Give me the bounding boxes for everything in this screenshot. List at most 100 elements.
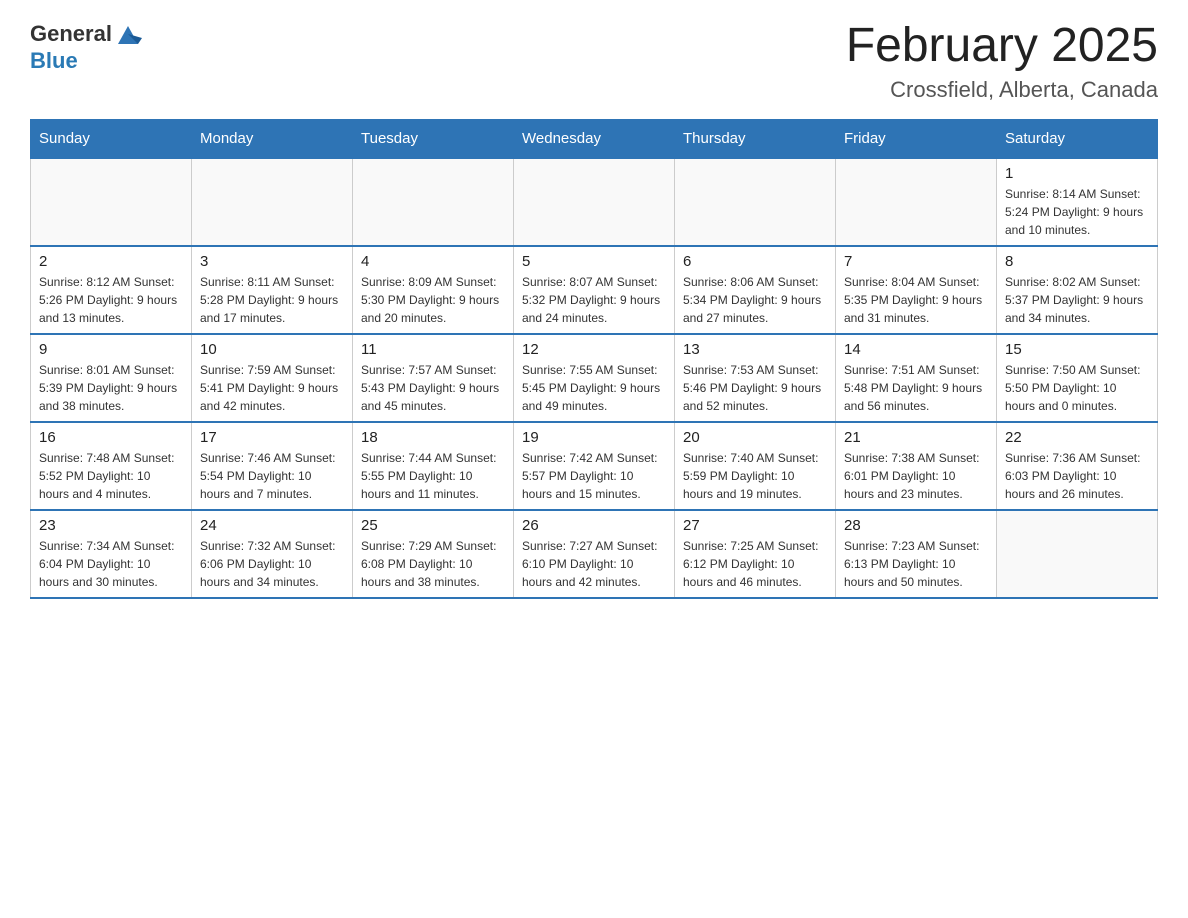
calendar-cell: 20 Sunrise: 7:40 AM Sunset: 5:59 PM Dayli… <box>675 422 836 510</box>
day-info: Sunrise: 7:36 AM Sunset: 6:03 PM Dayligh… <box>1005 449 1149 503</box>
day-number: 5 <box>522 253 666 270</box>
day-info: Sunrise: 7:25 AM Sunset: 6:12 PM Dayligh… <box>683 537 827 591</box>
day-number: 10 <box>200 341 344 358</box>
calendar-cell: 26 Sunrise: 7:27 AM Sunset: 6:10 PM Dayli… <box>514 510 675 598</box>
calendar-week-row: 9 Sunrise: 8:01 AM Sunset: 5:39 PM Daylig… <box>31 334 1158 422</box>
calendar-cell: 8 Sunrise: 8:02 AM Sunset: 5:37 PM Daylig… <box>997 246 1158 334</box>
calendar-cell: 24 Sunrise: 7:32 AM Sunset: 6:06 PM Dayli… <box>192 510 353 598</box>
day-info: Sunrise: 8:12 AM Sunset: 5:26 PM Dayligh… <box>39 273 183 327</box>
calendar-cell: 14 Sunrise: 7:51 AM Sunset: 5:48 PM Dayli… <box>836 334 997 422</box>
day-number: 15 <box>1005 341 1149 358</box>
calendar-cell: 13 Sunrise: 7:53 AM Sunset: 5:46 PM Dayli… <box>675 334 836 422</box>
day-info: Sunrise: 8:02 AM Sunset: 5:37 PM Dayligh… <box>1005 273 1149 327</box>
day-number: 22 <box>1005 429 1149 446</box>
day-info: Sunrise: 7:27 AM Sunset: 6:10 PM Dayligh… <box>522 537 666 591</box>
weekday-header-wednesday: Wednesday <box>514 119 675 158</box>
day-number: 24 <box>200 517 344 534</box>
calendar-week-row: 1Sunrise: 8:14 AM Sunset: 5:24 PM Daylig… <box>31 158 1158 246</box>
calendar-cell <box>675 158 836 246</box>
day-number: 20 <box>683 429 827 446</box>
day-info: Sunrise: 7:42 AM Sunset: 5:57 PM Dayligh… <box>522 449 666 503</box>
calendar-cell <box>836 158 997 246</box>
day-number: 13 <box>683 341 827 358</box>
day-number: 25 <box>361 517 505 534</box>
day-number: 12 <box>522 341 666 358</box>
calendar-cell: 25 Sunrise: 7:29 AM Sunset: 6:08 PM Dayli… <box>353 510 514 598</box>
day-info: Sunrise: 8:07 AM Sunset: 5:32 PM Dayligh… <box>522 273 666 327</box>
day-number: 19 <box>522 429 666 446</box>
location-title: Crossfield, Alberta, Canada <box>846 77 1158 103</box>
day-info: Sunrise: 7:40 AM Sunset: 5:59 PM Dayligh… <box>683 449 827 503</box>
weekday-header-tuesday: Tuesday <box>353 119 514 158</box>
calendar-cell: 12Sunrise: 7:55 AM Sunset: 5:45 PM Dayli… <box>514 334 675 422</box>
day-info: Sunrise: 8:11 AM Sunset: 5:28 PM Dayligh… <box>200 273 344 327</box>
calendar-cell: 7Sunrise: 8:04 AM Sunset: 5:35 PM Daylig… <box>836 246 997 334</box>
day-info: Sunrise: 7:44 AM Sunset: 5:55 PM Dayligh… <box>361 449 505 503</box>
day-info: Sunrise: 7:32 AM Sunset: 6:06 PM Dayligh… <box>200 537 344 591</box>
calendar-cell: 10 Sunrise: 7:59 AM Sunset: 5:41 PM Dayli… <box>192 334 353 422</box>
calendar-cell: 16 Sunrise: 7:48 AM Sunset: 5:52 PM Dayli… <box>31 422 192 510</box>
day-number: 14 <box>844 341 988 358</box>
day-number: 16 <box>39 429 183 446</box>
calendar-header-row: SundayMondayTuesdayWednesdayThursdayFrid… <box>31 119 1158 158</box>
day-number: 26 <box>522 517 666 534</box>
day-number: 11 <box>361 341 505 358</box>
day-number: 28 <box>844 517 988 534</box>
calendar-cell: 6 Sunrise: 8:06 AM Sunset: 5:34 PM Daylig… <box>675 246 836 334</box>
calendar-week-row: 16 Sunrise: 7:48 AM Sunset: 5:52 PM Dayli… <box>31 422 1158 510</box>
calendar-cell: 9 Sunrise: 8:01 AM Sunset: 5:39 PM Daylig… <box>31 334 192 422</box>
weekday-header-friday: Friday <box>836 119 997 158</box>
calendar-cell <box>997 510 1158 598</box>
weekday-header-saturday: Saturday <box>997 119 1158 158</box>
weekday-header-thursday: Thursday <box>675 119 836 158</box>
day-number: 3 <box>200 253 344 270</box>
day-number: 8 <box>1005 253 1149 270</box>
day-info: Sunrise: 7:53 AM Sunset: 5:46 PM Dayligh… <box>683 361 827 415</box>
logo-blue-text: Blue <box>30 48 78 73</box>
calendar-week-row: 2 Sunrise: 8:12 AM Sunset: 5:26 PM Daylig… <box>31 246 1158 334</box>
calendar-cell: 4 Sunrise: 8:09 AM Sunset: 5:30 PM Daylig… <box>353 246 514 334</box>
calendar-cell: 18 Sunrise: 7:44 AM Sunset: 5:55 PM Dayli… <box>353 422 514 510</box>
day-info: Sunrise: 8:09 AM Sunset: 5:30 PM Dayligh… <box>361 273 505 327</box>
calendar-cell <box>514 158 675 246</box>
calendar-cell: 1Sunrise: 8:14 AM Sunset: 5:24 PM Daylig… <box>997 158 1158 246</box>
weekday-header-monday: Monday <box>192 119 353 158</box>
day-number: 6 <box>683 253 827 270</box>
calendar-cell: 23Sunrise: 7:34 AM Sunset: 6:04 PM Dayli… <box>31 510 192 598</box>
calendar-week-row: 23Sunrise: 7:34 AM Sunset: 6:04 PM Dayli… <box>31 510 1158 598</box>
day-number: 9 <box>39 341 183 358</box>
calendar-cell: 17 Sunrise: 7:46 AM Sunset: 5:54 PM Dayli… <box>192 422 353 510</box>
day-info: Sunrise: 7:51 AM Sunset: 5:48 PM Dayligh… <box>844 361 988 415</box>
calendar-cell: 28 Sunrise: 7:23 AM Sunset: 6:13 PM Dayli… <box>836 510 997 598</box>
day-info: Sunrise: 8:04 AM Sunset: 5:35 PM Dayligh… <box>844 273 988 327</box>
calendar-cell <box>353 158 514 246</box>
day-info: Sunrise: 8:06 AM Sunset: 5:34 PM Dayligh… <box>683 273 827 327</box>
calendar-cell: 21 Sunrise: 7:38 AM Sunset: 6:01 PM Dayli… <box>836 422 997 510</box>
day-number: 2 <box>39 253 183 270</box>
day-info: Sunrise: 7:38 AM Sunset: 6:01 PM Dayligh… <box>844 449 988 503</box>
day-number: 17 <box>200 429 344 446</box>
day-info: Sunrise: 8:01 AM Sunset: 5:39 PM Dayligh… <box>39 361 183 415</box>
weekday-header-sunday: Sunday <box>31 119 192 158</box>
calendar-cell: 5 Sunrise: 8:07 AM Sunset: 5:32 PM Daylig… <box>514 246 675 334</box>
page-header: General Blue February 2025 Crossfield, A… <box>30 20 1158 103</box>
calendar-cell: 2 Sunrise: 8:12 AM Sunset: 5:26 PM Daylig… <box>31 246 192 334</box>
day-info: Sunrise: 7:23 AM Sunset: 6:13 PM Dayligh… <box>844 537 988 591</box>
month-title: February 2025 <box>846 20 1158 73</box>
day-number: 4 <box>361 253 505 270</box>
calendar-cell <box>31 158 192 246</box>
calendar-table: SundayMondayTuesdayWednesdayThursdayFrid… <box>30 119 1158 599</box>
calendar-cell <box>192 158 353 246</box>
title-section: February 2025 Crossfield, Alberta, Canad… <box>846 20 1158 103</box>
day-info: Sunrise: 7:48 AM Sunset: 5:52 PM Dayligh… <box>39 449 183 503</box>
day-number: 21 <box>844 429 988 446</box>
day-number: 1 <box>1005 165 1149 182</box>
day-number: 18 <box>361 429 505 446</box>
day-info: Sunrise: 7:46 AM Sunset: 5:54 PM Dayligh… <box>200 449 344 503</box>
logo-general-text: General <box>30 21 112 47</box>
logo: General Blue <box>30 20 142 74</box>
calendar-cell: 22 Sunrise: 7:36 AM Sunset: 6:03 PM Dayli… <box>997 422 1158 510</box>
day-info: Sunrise: 7:59 AM Sunset: 5:41 PM Dayligh… <box>200 361 344 415</box>
calendar-cell: 3 Sunrise: 8:11 AM Sunset: 5:28 PM Daylig… <box>192 246 353 334</box>
day-info: Sunrise: 7:29 AM Sunset: 6:08 PM Dayligh… <box>361 537 505 591</box>
